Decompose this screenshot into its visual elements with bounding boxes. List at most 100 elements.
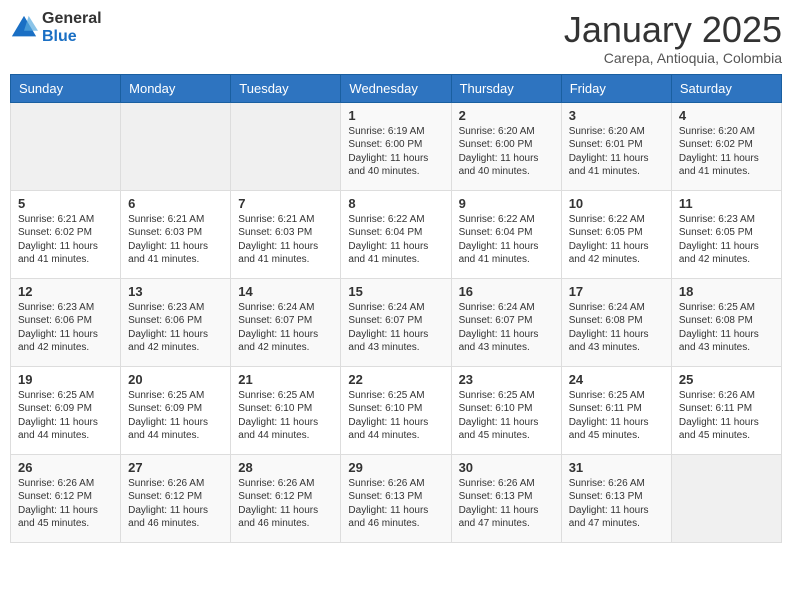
weekday-header-tuesday: Tuesday — [231, 74, 341, 102]
weekday-header-row: SundayMondayTuesdayWednesdayThursdayFrid… — [11, 74, 782, 102]
day-number: 27 — [128, 460, 223, 475]
cell-info: Sunrise: 6:26 AM Sunset: 6:13 PM Dayligh… — [569, 477, 664, 531]
day-number: 15 — [348, 284, 443, 299]
logo-icon — [10, 14, 38, 42]
day-number: 3 — [569, 108, 664, 123]
logo-blue: Blue — [42, 28, 102, 46]
day-number: 2 — [459, 108, 554, 123]
day-number: 30 — [459, 460, 554, 475]
cell-info: Sunrise: 6:25 AM Sunset: 6:10 PM Dayligh… — [459, 389, 554, 443]
calendar-cell — [671, 454, 781, 542]
weekday-header-thursday: Thursday — [451, 74, 561, 102]
calendar-cell: 12 Sunrise: 6:23 AM Sunset: 6:06 PM Dayli… — [11, 278, 121, 366]
cell-info: Sunrise: 6:24 AM Sunset: 6:08 PM Dayligh… — [569, 301, 664, 355]
calendar-cell — [231, 102, 341, 190]
location: Carepa, Antioquia, Colombia — [564, 50, 782, 66]
calendar-week-4: 19 Sunrise: 6:25 AM Sunset: 6:09 PM Dayli… — [11, 366, 782, 454]
cell-info: Sunrise: 6:20 AM Sunset: 6:01 PM Dayligh… — [569, 125, 664, 179]
day-number: 8 — [348, 196, 443, 211]
calendar-cell: 29Sunrise: 6:26 AM Sunset: 6:13 PM Dayli… — [341, 454, 451, 542]
day-number: 17 — [569, 284, 664, 299]
day-number: 10 — [569, 196, 664, 211]
cell-info: Sunrise: 6:22 AM Sunset: 6:05 PM Dayligh… — [569, 213, 664, 267]
cell-info: Sunrise: 6:26 AM Sunset: 6:11 PM Dayligh… — [679, 389, 774, 443]
calendar-cell: 24 Sunrise: 6:25 AM Sunset: 6:11 PM Dayli… — [561, 366, 671, 454]
cell-info: Sunrise: 6:23 AM Sunset: 6:06 PM Dayligh… — [18, 301, 113, 355]
cell-info: Sunrise: 6:21 AM Sunset: 6:03 PM Dayligh… — [238, 213, 333, 267]
calendar-cell: 17 Sunrise: 6:24 AM Sunset: 6:08 PM Dayli… — [561, 278, 671, 366]
day-number: 25 — [679, 372, 774, 387]
cell-info: Sunrise: 6:24 AM Sunset: 6:07 PM Dayligh… — [238, 301, 333, 355]
calendar: SundayMondayTuesdayWednesdayThursdayFrid… — [10, 74, 782, 543]
calendar-cell: 4Sunrise: 6:20 AM Sunset: 6:02 PM Daylig… — [671, 102, 781, 190]
weekday-header-saturday: Saturday — [671, 74, 781, 102]
calendar-cell: 11 Sunrise: 6:23 AM Sunset: 6:05 PM Dayli… — [671, 190, 781, 278]
day-number: 6 — [128, 196, 223, 211]
calendar-cell: 8 Sunrise: 6:22 AM Sunset: 6:04 PM Daylig… — [341, 190, 451, 278]
calendar-cell: 13 Sunrise: 6:23 AM Sunset: 6:06 PM Dayli… — [121, 278, 231, 366]
calendar-week-1: 1Sunrise: 6:19 AM Sunset: 6:00 PM Daylig… — [11, 102, 782, 190]
calendar-cell: 6Sunrise: 6:21 AM Sunset: 6:03 PM Daylig… — [121, 190, 231, 278]
cell-info: Sunrise: 6:25 AM Sunset: 6:10 PM Dayligh… — [238, 389, 333, 443]
day-number: 16 — [459, 284, 554, 299]
cell-info: Sunrise: 6:24 AM Sunset: 6:07 PM Dayligh… — [459, 301, 554, 355]
cell-info: Sunrise: 6:25 AM Sunset: 6:09 PM Dayligh… — [18, 389, 113, 443]
weekday-header-sunday: Sunday — [11, 74, 121, 102]
calendar-cell: 10 Sunrise: 6:22 AM Sunset: 6:05 PM Dayli… — [561, 190, 671, 278]
day-number: 4 — [679, 108, 774, 123]
cell-info: Sunrise: 6:22 AM Sunset: 6:04 PM Dayligh… — [348, 213, 443, 267]
day-number: 7 — [238, 196, 333, 211]
calendar-cell: 23 Sunrise: 6:25 AM Sunset: 6:10 PM Dayli… — [451, 366, 561, 454]
cell-info: Sunrise: 6:25 AM Sunset: 6:11 PM Dayligh… — [569, 389, 664, 443]
calendar-cell: 20 Sunrise: 6:25 AM Sunset: 6:09 PM Dayli… — [121, 366, 231, 454]
cell-info: Sunrise: 6:25 AM Sunset: 6:08 PM Dayligh… — [679, 301, 774, 355]
cell-info: Sunrise: 6:21 AM Sunset: 6:02 PM Dayligh… — [18, 213, 113, 267]
day-number: 13 — [128, 284, 223, 299]
calendar-cell: 7 Sunrise: 6:21 AM Sunset: 6:03 PM Daylig… — [231, 190, 341, 278]
calendar-cell: 30 Sunrise: 6:26 AM Sunset: 6:13 PM Dayli… — [451, 454, 561, 542]
cell-info: Sunrise: 6:26 AM Sunset: 6:12 PM Dayligh… — [18, 477, 113, 531]
calendar-cell: 14 Sunrise: 6:24 AM Sunset: 6:07 PM Dayli… — [231, 278, 341, 366]
day-number: 5 — [18, 196, 113, 211]
calendar-cell — [11, 102, 121, 190]
day-number: 11 — [679, 196, 774, 211]
cell-info: Sunrise: 6:23 AM Sunset: 6:06 PM Dayligh… — [128, 301, 223, 355]
calendar-week-3: 12 Sunrise: 6:23 AM Sunset: 6:06 PM Dayli… — [11, 278, 782, 366]
day-number: 28 — [238, 460, 333, 475]
calendar-cell: 31Sunrise: 6:26 AM Sunset: 6:13 PM Dayli… — [561, 454, 671, 542]
day-number: 21 — [238, 372, 333, 387]
calendar-cell: 1Sunrise: 6:19 AM Sunset: 6:00 PM Daylig… — [341, 102, 451, 190]
calendar-week-2: 5 Sunrise: 6:21 AM Sunset: 6:02 PM Daylig… — [11, 190, 782, 278]
calendar-week-5: 26Sunrise: 6:26 AM Sunset: 6:12 PM Dayli… — [11, 454, 782, 542]
day-number: 22 — [348, 372, 443, 387]
title-block: January 2025 Carepa, Antioquia, Colombia — [564, 10, 782, 66]
cell-info: Sunrise: 6:20 AM Sunset: 6:00 PM Dayligh… — [459, 125, 554, 179]
day-number: 1 — [348, 108, 443, 123]
month-title: January 2025 — [564, 10, 782, 50]
day-number: 12 — [18, 284, 113, 299]
cell-info: Sunrise: 6:25 AM Sunset: 6:10 PM Dayligh… — [348, 389, 443, 443]
day-number: 19 — [18, 372, 113, 387]
cell-info: Sunrise: 6:26 AM Sunset: 6:12 PM Dayligh… — [128, 477, 223, 531]
day-number: 20 — [128, 372, 223, 387]
cell-info: Sunrise: 6:22 AM Sunset: 6:04 PM Dayligh… — [459, 213, 554, 267]
day-number: 29 — [348, 460, 443, 475]
cell-info: Sunrise: 6:23 AM Sunset: 6:05 PM Dayligh… — [679, 213, 774, 267]
cell-info: Sunrise: 6:25 AM Sunset: 6:09 PM Dayligh… — [128, 389, 223, 443]
calendar-cell: 9Sunrise: 6:22 AM Sunset: 6:04 PM Daylig… — [451, 190, 561, 278]
logo-general: General — [42, 10, 102, 28]
calendar-cell: 22 Sunrise: 6:25 AM Sunset: 6:10 PM Dayli… — [341, 366, 451, 454]
calendar-cell: 15Sunrise: 6:24 AM Sunset: 6:07 PM Dayli… — [341, 278, 451, 366]
logo-text: General Blue — [42, 10, 102, 45]
day-number: 23 — [459, 372, 554, 387]
weekday-header-monday: Monday — [121, 74, 231, 102]
cell-info: Sunrise: 6:26 AM Sunset: 6:13 PM Dayligh… — [459, 477, 554, 531]
day-number: 24 — [569, 372, 664, 387]
calendar-cell: 19 Sunrise: 6:25 AM Sunset: 6:09 PM Dayli… — [11, 366, 121, 454]
calendar-cell: 28Sunrise: 6:26 AM Sunset: 6:12 PM Dayli… — [231, 454, 341, 542]
day-number: 14 — [238, 284, 333, 299]
weekday-header-friday: Friday — [561, 74, 671, 102]
calendar-cell: 25 Sunrise: 6:26 AM Sunset: 6:11 PM Dayli… — [671, 366, 781, 454]
calendar-cell: 2 Sunrise: 6:20 AM Sunset: 6:00 PM Daylig… — [451, 102, 561, 190]
day-number: 18 — [679, 284, 774, 299]
